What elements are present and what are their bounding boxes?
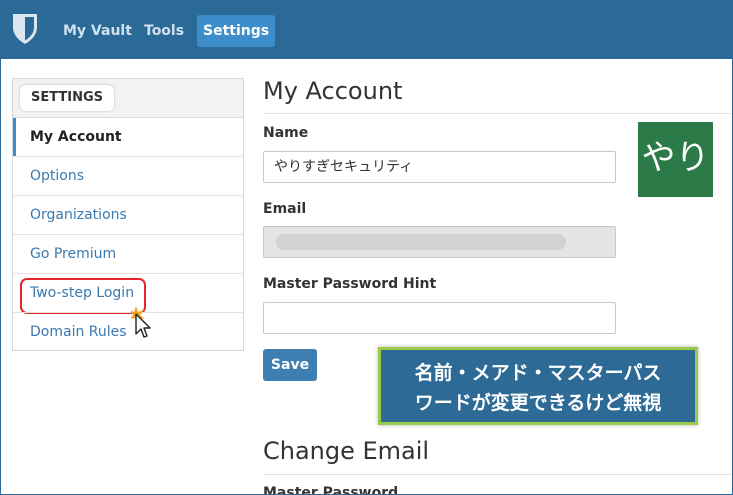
sidebar-item-options[interactable]: Options [13,156,243,195]
mouse-cursor-icon [131,306,151,338]
master-password-hint-label: Master Password Hint [263,276,437,292]
master-password-hint-field[interactable] [263,302,616,334]
sidebar-header-label: SETTINGS [20,85,115,111]
sidebar-item-my-account[interactable]: My Account [13,118,243,156]
app-window: My Vault Tools Settings SETTINGS My Acco… [0,0,733,495]
email-field[interactable] [263,226,616,258]
master-password-label: Master Password [263,485,399,495]
avatar: やり [638,122,713,197]
nav-my-vault[interactable]: My Vault [57,15,138,47]
nav-tools[interactable]: Tools [138,15,190,47]
blurred-email [276,234,566,250]
sidebar-header: SETTINGS [13,79,243,118]
sidebar-item-domain-rules[interactable]: Domain Rules [13,312,243,351]
change-email-title: Change Email [263,437,430,465]
save-button[interactable]: Save [263,349,317,381]
nav-settings[interactable]: Settings [197,15,276,47]
sidebar-item-organizations[interactable]: Organizations [13,195,243,234]
settings-sidebar: SETTINGS My Account Options Organization… [12,78,244,351]
name-label: Name [263,125,309,141]
callout-line-2: ワードが変更できるけど無視 [414,392,662,414]
sidebar-item-two-step-login[interactable]: Two-step Login [13,273,243,314]
annotation-callout: 名前・メアド・マスターパス ワードが変更できるけど無視 [378,347,698,425]
sidebar-item-go-premium[interactable]: Go Premium [13,234,243,273]
page-title: My Account [263,77,403,105]
top-nav: My Vault Tools Settings [1,1,732,59]
bitwarden-shield-icon[interactable] [12,13,38,45]
highlight-box [20,278,146,314]
title-divider [263,113,732,114]
change-email-divider [263,474,732,475]
callout-line-1: 名前・メアド・マスターパス [414,362,662,384]
email-label: Email [263,201,307,217]
name-field[interactable]: やりすぎセキュリティ [263,151,616,183]
